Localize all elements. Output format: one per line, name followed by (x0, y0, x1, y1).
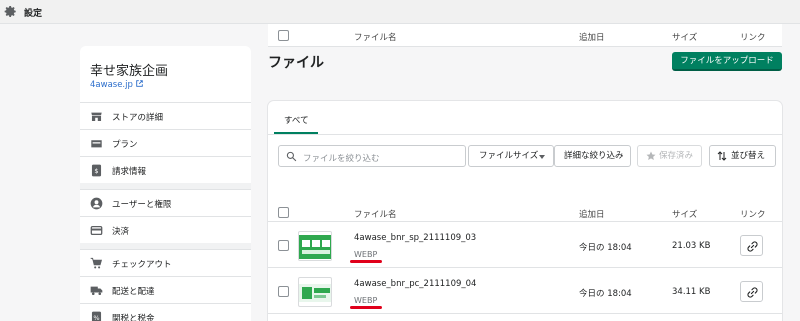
select-all-checkbox[interactable] (278, 207, 289, 218)
menu-item-label: チェックアウト (112, 260, 172, 270)
page-title-settings: 設定 (24, 9, 43, 19)
store-link-text[interactable]: 4awase.jp (90, 80, 133, 90)
link-icon (747, 241, 758, 252)
settings-topbar: 設定 (0, 0, 800, 24)
upload-file-button[interactable]: ファイルをアップロード (672, 52, 782, 71)
sticky-table-header: ファイル名 追加日 サイズ リンク (268, 24, 782, 47)
select-all-checkbox[interactable] (278, 30, 289, 41)
store-link[interactable]: 4awase.jp (90, 80, 143, 90)
copy-link-button[interactable] (740, 235, 763, 256)
col-header-added[interactable]: 追加日 (579, 31, 605, 43)
sort-button[interactable]: 並び替え (709, 145, 776, 167)
col-header-size[interactable]: サイズ (672, 31, 697, 43)
file-size: 34.11 KB (672, 287, 711, 297)
col-header-link: リンク (740, 33, 766, 43)
col-header-link: リンク (740, 210, 766, 220)
table-divider (268, 221, 782, 222)
menu-item-plan[interactable]: プラン (80, 129, 251, 156)
file-search-input[interactable]: ファイルを絞り込む (278, 145, 466, 167)
tab-all[interactable]: すべて (274, 101, 318, 134)
file-name[interactable]: 4awase_bnr_sp_2111109_03 (354, 233, 476, 243)
plan-icon (91, 140, 102, 148)
file-type: WEBP (354, 250, 378, 259)
truck-icon (90, 286, 103, 296)
tabs-divider (268, 134, 782, 135)
menu-item-billing[interactable]: $ 請求情報 (80, 156, 251, 183)
annotation-underline (350, 306, 382, 309)
copy-link-button[interactable] (740, 281, 763, 302)
search-placeholder: ファイルを絞り込む (303, 154, 380, 164)
banner-thumbnail-image (299, 235, 331, 259)
sort-label: 並び替え (731, 151, 766, 161)
file-name[interactable]: 4awase_bnr_pc_2111109_04 (354, 279, 476, 289)
search-icon (286, 151, 297, 162)
menu-item-store-details[interactable]: ストアの詳細 (80, 102, 251, 129)
row-divider (268, 313, 782, 314)
file-date: 今日の 18:04 (579, 243, 632, 253)
page-title: ファイル (268, 55, 324, 71)
caret-down-icon (539, 155, 545, 159)
menu-item-shipping[interactable]: 配送と配達 (80, 276, 251, 303)
gear-icon (4, 5, 16, 18)
menu-item-payments[interactable]: 決済 (80, 216, 251, 243)
menu-item-label: 関税と税金 (112, 314, 155, 321)
link-icon (747, 287, 758, 298)
file-type: WEBP (354, 296, 378, 305)
menu-item-label: プラン (112, 140, 138, 150)
settings-menu: ストアの詳細 プラン $ 請求情報 ユーザーと権限 決済 チェックアウト 配送と… (80, 102, 251, 321)
col-header-file-name[interactable]: ファイル名 (354, 208, 397, 220)
file-thumbnail (298, 231, 332, 261)
menu-item-label: ストアの詳細 (112, 113, 164, 123)
col-header-added[interactable]: 追加日 (579, 208, 605, 220)
store-card: 幸せ家族企画 4awase.jp (80, 46, 251, 102)
menu-item-label: 決済 (112, 227, 130, 237)
billing-icon: $ (91, 164, 102, 177)
detailed-filter-button[interactable]: 詳細な絞り込み (554, 145, 631, 167)
external-link-icon (135, 80, 143, 87)
store-icon (91, 112, 102, 122)
col-header-size[interactable]: サイズ (672, 208, 697, 220)
menu-item-label: ユーザーと権限 (112, 200, 172, 210)
annotation-underline (350, 260, 382, 263)
file-thumbnail (298, 277, 332, 307)
svg-text:$: $ (94, 167, 98, 175)
sort-arrows-icon (717, 151, 727, 161)
banner-thumbnail-image (299, 284, 331, 302)
files-card: すべて ファイルを絞り込む ファイルサイズ 詳細な絞り込み 保存済み 並び替え … (268, 101, 782, 321)
user-icon (90, 197, 103, 210)
file-size: 21.03 KB (672, 241, 711, 251)
menu-item-label: 請求情報 (112, 167, 147, 177)
tax-icon: % (91, 311, 102, 321)
menu-item-label: 配送と配達 (112, 287, 155, 297)
star-icon (646, 151, 656, 160)
cart-icon (90, 257, 103, 269)
row-divider (268, 267, 782, 268)
file-date: 今日の 18:04 (579, 289, 632, 299)
svg-text:%: % (93, 314, 99, 321)
menu-item-taxes[interactable]: % 関税と税金 (80, 303, 251, 321)
saved-label: 保存済み (659, 151, 694, 161)
file-size-filter-button[interactable]: ファイルサイズ (468, 145, 554, 167)
payment-icon (90, 225, 103, 236)
store-name: 幸せ家族企画 (90, 64, 169, 79)
col-header-file-name[interactable]: ファイル名 (354, 31, 397, 43)
saved-filters-button[interactable]: 保存済み (637, 145, 702, 167)
tab-label: すべて (284, 116, 309, 126)
file-size-label: ファイルサイズ (479, 151, 539, 161)
menu-item-checkout[interactable]: チェックアウト (80, 249, 251, 276)
row-checkbox[interactable] (278, 286, 289, 297)
menu-item-users[interactable]: ユーザーと権限 (80, 189, 251, 216)
row-checkbox[interactable] (278, 240, 289, 251)
